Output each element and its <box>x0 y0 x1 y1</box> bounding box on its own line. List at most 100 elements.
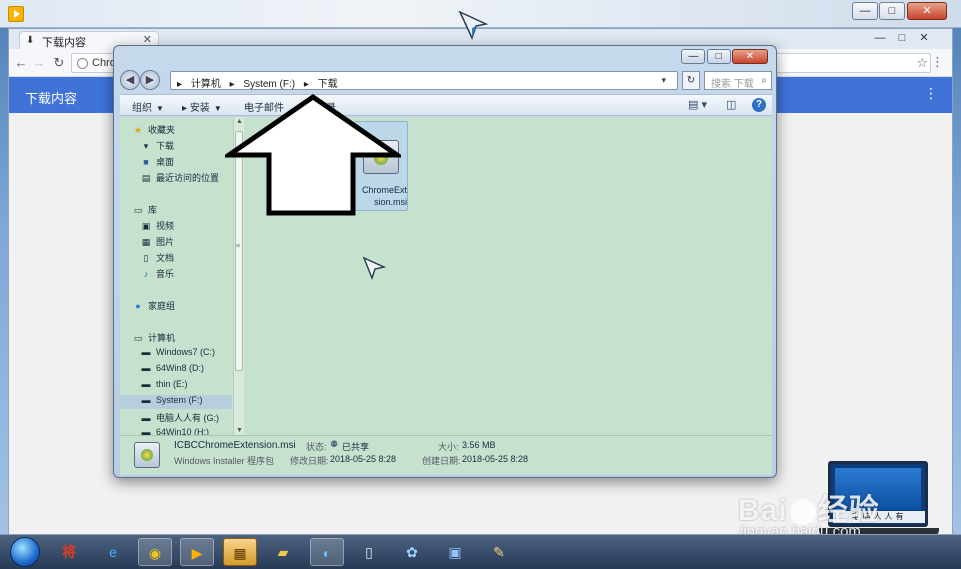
scroll-down-icon[interactable]: ▼ <box>236 427 243 434</box>
chrome-page-icon <box>77 58 88 69</box>
nav-drive-e[interactable]: ▬ thin (E:) <box>140 379 188 393</box>
library-icon: ▭ <box>133 205 143 215</box>
explorer-maximize-button[interactable]: □ <box>706 49 731 64</box>
breadcrumb-drive[interactable]: System (F:) <box>243 79 295 90</box>
nav-drive-f[interactable]: ▬ System (F:) <box>120 395 232 409</box>
taskbar-jiang-icon[interactable]: 将 <box>52 538 86 566</box>
created-label: 创建日期: <box>422 456 461 466</box>
help-icon[interactable]: ? <box>752 98 766 112</box>
size-label: 大小: <box>438 442 459 452</box>
explorer-caption-buttons: — □ ✕ <box>681 48 768 64</box>
drive-icon: ▬ <box>141 379 151 389</box>
nav-downloads[interactable]: ▾ 下载 <box>140 139 174 153</box>
explorer-window: — □ ✕ ◀ ▶ ▸ 计算机 ▸ System (F:) ▸ 下载 ▾ ↻ 搜… <box>113 45 777 478</box>
shared-icon: ⚉ <box>330 439 339 449</box>
breadcrumb-computer[interactable]: 计算机 <box>191 79 221 90</box>
status-value: 已共享 <box>342 442 370 452</box>
top-pointer-cursor-icon <box>458 10 488 40</box>
scroll-grip-icon: ≡ <box>236 243 241 250</box>
nav-recent[interactable]: ▤ 最近访问的位置 <box>140 171 219 185</box>
player-app-icon <box>8 6 24 22</box>
outer-maximize-button[interactable]: □ <box>879 2 905 20</box>
documents-icon: ▯ <box>143 253 149 263</box>
breadcrumb-folder[interactable]: 下载 <box>318 79 338 90</box>
nav-drive-c[interactable]: ▬ Windows7 (C:) <box>140 347 216 361</box>
breadcrumb-separator-icon: ▸ <box>303 79 309 90</box>
downloads-folder-icon: ▾ <box>143 141 149 151</box>
chrome-menu-icon[interactable]: ⋮ <box>931 54 944 70</box>
search-placeholder: 搜索 下载 <box>711 79 754 90</box>
annotation-up-arrow <box>225 93 401 216</box>
size-value: 3.56 MB <box>462 440 496 450</box>
forward-arrow-icon[interactable]: → <box>31 55 47 70</box>
modified-label: 修改日期: <box>290 456 329 466</box>
homegroup-icon: ● <box>135 301 141 311</box>
star-icon: ★ <box>133 125 143 135</box>
drive-icon: ▬ <box>141 363 151 373</box>
outer-close-button[interactable]: ✕ <box>907 2 947 20</box>
explorer-close-button[interactable]: ✕ <box>732 49 768 64</box>
reload-icon[interactable]: ↻ <box>51 55 67 71</box>
explorer-minimize-button[interactable]: — <box>681 49 706 64</box>
start-button[interactable] <box>10 537 40 567</box>
details-filetype: Windows Installer 程序包 <box>174 456 275 466</box>
drive-icon: ▬ <box>141 427 151 435</box>
taskbar-explorer-icon[interactable]: ▦ <box>223 538 257 566</box>
refresh-icon[interactable]: ↻ <box>682 71 700 90</box>
breadcrumb-separator-icon: ▸ <box>229 79 235 90</box>
nav-computer[interactable]: ▭ 计算机 <box>132 331 175 345</box>
explorer-address-row: ◀ ▶ ▸ 计算机 ▸ System (F:) ▸ 下载 ▾ ↻ 搜索 下载 ⌕ <box>120 70 772 92</box>
search-icon: ⌕ <box>761 75 767 86</box>
taskbar-folder-icon[interactable]: ▰ <box>266 538 300 566</box>
preview-pane-icon[interactable]: ◫ <box>726 98 736 111</box>
nav-videos[interactable]: ▣ 视频 <box>140 219 174 233</box>
explorer-content: ★ 收藏夹 ▾ 下载 ■ 桌面 ▤ 最近访问的位置 ▭ 库 ▣ 视频 ▦ 图片 ▯ 文档 ♪ 音乐… <box>120 117 772 435</box>
outer-minimize-button[interactable]: — <box>852 2 878 20</box>
taskbar-media-player-icon[interactable]: ▶ <box>180 538 214 566</box>
address-dropdown-icon[interactable]: ▾ <box>661 75 666 86</box>
created-value: 2018-05-25 8:28 <box>462 454 529 464</box>
organize-button[interactable]: 组织 ▼ <box>132 99 164 114</box>
taskbar-document-icon[interactable]: ▯ <box>352 538 386 566</box>
nav-drive-g[interactable]: ▬ 电脑人人有 (G:) <box>140 411 220 425</box>
taskbar-remote-icon[interactable]: ▣ <box>438 538 472 566</box>
details-pane: ICBCChromeExtension.msi Windows Installe… <box>120 435 772 475</box>
nav-favorites[interactable]: ★ 收藏夹 <box>132 123 175 137</box>
taskbar-paint-icon[interactable]: ✎ <box>482 538 516 566</box>
nav-drive-d[interactable]: ▬ 64Win8 (D:) <box>140 363 205 377</box>
chrome-minimize-button[interactable]: — <box>871 31 889 45</box>
taskbar-network-icon[interactable]: ✿ <box>395 538 429 566</box>
chrome-close-button[interactable]: ✕ <box>915 31 933 45</box>
view-options-icon[interactable]: ▤ ▾ <box>688 98 707 111</box>
explorer-breadcrumb[interactable]: ▸ 计算机 ▸ System (F:) ▸ 下载 ▾ <box>170 71 678 90</box>
nav-homegroup[interactable]: ● 家庭组 <box>132 299 175 313</box>
taskbar-ie-icon[interactable]: e <box>96 538 130 566</box>
nav-music[interactable]: ♪ 音乐 <box>140 267 174 281</box>
mouse-pointer-cursor-icon <box>362 256 386 280</box>
back-arrow-icon[interactable]: ← <box>13 55 29 70</box>
explorer-back-button[interactable]: ◀ <box>120 70 140 90</box>
explorer-search-input[interactable]: 搜索 下载 ⌕ <box>704 71 772 90</box>
drive-icon: ▬ <box>141 347 151 357</box>
computer-icon: ▭ <box>133 333 143 343</box>
pictures-icon: ▦ <box>141 237 151 247</box>
nav-desktop[interactable]: ■ 桌面 <box>140 155 174 169</box>
tab-title: 下载内容 <box>42 37 86 49</box>
desktop-icon: ■ <box>143 157 149 167</box>
windows-taskbar: 将 e ◉ ▶ ▦ ▰ ◐ ▯ ✿ ▣ ✎ <box>0 534 961 569</box>
bookmark-star-icon[interactable]: ☆ <box>916 55 928 71</box>
taskbar-app-icon[interactable]: ◐ <box>310 538 344 566</box>
navigation-pane: ★ 收藏夹 ▾ 下载 ■ 桌面 ▤ 最近访问的位置 ▭ 库 ▣ 视频 ▦ 图片 ▯ 文档 ♪ 音乐… <box>120 117 232 435</box>
details-filename: ICBCChromeExtension.msi <box>174 440 296 451</box>
explorer-command-bar: 组织▼ ▸ 安装▼ 电子邮件 刻录 ▤ ▾ ◫ ? <box>120 94 772 116</box>
nav-documents[interactable]: ▯ 文档 <box>140 251 175 265</box>
more-options-icon[interactable]: ⋮ <box>924 85 938 102</box>
baidu-paw-icon <box>789 499 816 526</box>
taskbar-chrome-icon[interactable]: ◉ <box>138 538 172 566</box>
nav-drive-h[interactable]: ▬ 64Win10 (H:) <box>140 427 210 435</box>
explorer-forward-button[interactable]: ▶ <box>140 70 160 90</box>
nav-libraries[interactable]: ▭ 库 <box>132 203 157 217</box>
nav-pictures[interactable]: ▦ 图片 <box>140 235 174 249</box>
chrome-maximize-button[interactable]: □ <box>893 31 911 45</box>
install-button[interactable]: ▸ 安装 ▼ <box>182 99 222 114</box>
